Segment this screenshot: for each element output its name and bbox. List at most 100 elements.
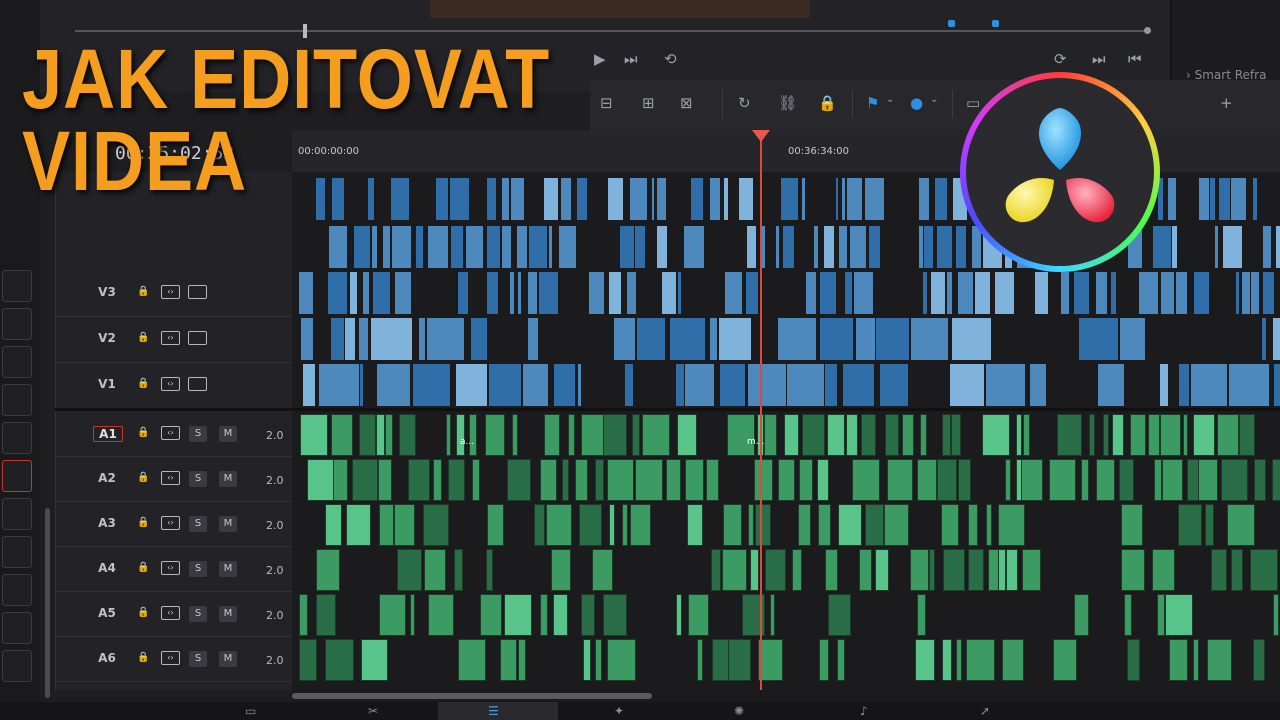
sidebar-button[interactable] [2,384,32,416]
chevron-down-icon[interactable]: ⌄ [886,94,894,105]
sidebar-button[interactable] [2,650,32,682]
solo-button[interactable]: S [189,426,207,442]
color-page-icon[interactable]: ✺ [734,704,744,718]
track-header-v1[interactable]: V1 🔒 ‹› [55,362,292,409]
track-header-a2[interactable]: A2 🔒 ‹› S M 2.0 [55,456,292,502]
track-name: A3 [98,516,116,530]
sidebar-button[interactable] [2,574,32,606]
sidebar-button[interactable] [2,346,32,378]
sidebar-button[interactable] [2,536,32,568]
track-volume: 2.0 [266,609,284,622]
track-header-a3[interactable]: A3 🔒 ‹› S M 2.0 [55,501,292,547]
lock-icon[interactable]: 🔒 [137,562,149,573]
track-header-a4[interactable]: A4 🔒 ‹› S M 2.0 [55,546,292,592]
mute-button[interactable]: M [219,516,237,532]
solo-button[interactable]: S [189,651,207,667]
auto-select-icon[interactable]: ‹› [161,285,180,299]
track-header-a6[interactable]: A6 🔒 ‹› S M 2.0 [55,636,292,682]
viewer-image [430,0,810,18]
marker-icon[interactable]: ● [910,94,923,112]
marker-icon[interactable] [992,20,999,27]
mute-button[interactable]: M [219,561,237,577]
loop-icon[interactable]: ⟲ [664,50,677,68]
headline-line-1: JAK EDITOVAT [22,32,551,126]
track-name: V3 [98,285,116,299]
auto-select-icon[interactable]: ‹› [161,606,180,620]
lock-icon[interactable]: 🔒 [137,286,149,297]
track-volume: 2.0 [266,564,284,577]
fairlight-page-icon[interactable]: ♪ [860,704,868,718]
chevron-down-icon[interactable]: ⌄ [930,94,938,105]
next-clip-icon[interactable]: ⏭ [624,50,638,68]
lock-icon[interactable]: 🔒 [137,607,149,618]
flag-icon[interactable]: ⚑ [866,94,879,112]
sidebar-button[interactable] [2,308,32,340]
sidebar-button-active[interactable] [2,460,32,492]
media-page-icon[interactable]: ▭ [245,704,256,718]
add-icon[interactable]: + [1220,94,1233,112]
auto-select-icon[interactable]: ‹› [161,561,180,575]
auto-select-icon[interactable]: ‹› [161,471,180,485]
cut-page-icon[interactable]: ✂ [368,704,378,718]
position-lock-icon[interactable]: 🔒 [818,94,837,112]
mute-button[interactable]: M [219,471,237,487]
place-on-top-icon[interactable]: ⊠ [680,94,693,112]
edit-page-icon[interactable]: ☰ [488,704,499,718]
track-name: A6 [98,651,116,665]
film-icon[interactable] [188,377,207,391]
track-header-v3[interactable]: V3 🔒 ‹› [55,270,292,317]
track-name: A1 [93,426,123,442]
playhead-handle[interactable] [752,130,770,142]
track-volume: 2.0 [266,429,284,442]
auto-select-icon[interactable]: ‹› [161,377,180,391]
lock-icon[interactable]: 🔒 [137,378,149,389]
timeline-toolbar [590,80,1280,130]
solo-button[interactable]: S [189,471,207,487]
davinci-resolve-logo [966,78,1154,266]
toolbar-separator [852,90,853,118]
overwrite-icon[interactable]: ⊟ [600,94,613,112]
film-icon[interactable] [188,331,207,345]
linked-selection-icon[interactable]: ⛓ [778,94,797,112]
track-header-a5[interactable]: A5 🔒 ‹› S M 2.0 [55,591,292,637]
mute-button[interactable]: M [219,606,237,622]
solo-button[interactable]: S [189,516,207,532]
solo-button[interactable]: S [189,606,207,622]
mute-button[interactable]: M [219,651,237,667]
loop-playback-icon[interactable]: ⟳ [1054,50,1067,68]
track-header-v2[interactable]: V2 🔒 ‹› [55,316,292,363]
auto-select-icon[interactable]: ‹› [161,331,180,345]
headline-line-2: VIDEA [22,114,248,208]
auto-select-icon[interactable]: ‹› [161,651,180,665]
sidebar-button[interactable] [2,612,32,644]
fusion-page-icon[interactable]: ✦ [614,704,624,718]
ruler-mark-timecode: 00:36:34:00 [788,146,850,157]
track-volume: 2.0 [266,519,284,532]
replace-icon[interactable]: ⊞ [642,94,655,112]
sidebar-button[interactable] [2,422,32,454]
lock-icon[interactable]: 🔒 [137,427,149,438]
sidebar-button[interactable] [2,498,32,530]
toolbar-separator [952,90,953,118]
go-start-icon[interactable]: ⏮ [1128,50,1142,68]
track-header-a1[interactable]: A1 🔒 ‹› S M 2.0 [55,411,292,457]
lock-icon[interactable]: 🔒 [137,332,149,343]
snapping-icon[interactable]: ↻ [738,94,751,112]
lock-icon[interactable]: 🔒 [137,517,149,528]
film-icon[interactable] [188,285,207,299]
lock-icon[interactable]: 🔒 [137,652,149,663]
playhead[interactable] [760,130,762,690]
auto-select-icon[interactable]: ‹› [161,516,180,530]
clip-label: a... [460,437,475,447]
sidebar-button[interactable] [2,270,32,302]
go-end-icon[interactable]: ⏭ [1092,50,1106,68]
vertical-scrollbar[interactable] [45,508,50,698]
marker-icon[interactable] [948,20,955,27]
deliver-page-icon[interactable]: ➚ [980,704,990,718]
horizontal-scroll-thumb[interactable] [292,693,652,699]
auto-select-icon[interactable]: ‹› [161,426,180,440]
lock-icon[interactable]: 🔒 [137,472,149,483]
solo-button[interactable]: S [189,561,207,577]
mute-button[interactable]: M [219,426,237,442]
play-icon[interactable]: ▶ [594,50,606,68]
